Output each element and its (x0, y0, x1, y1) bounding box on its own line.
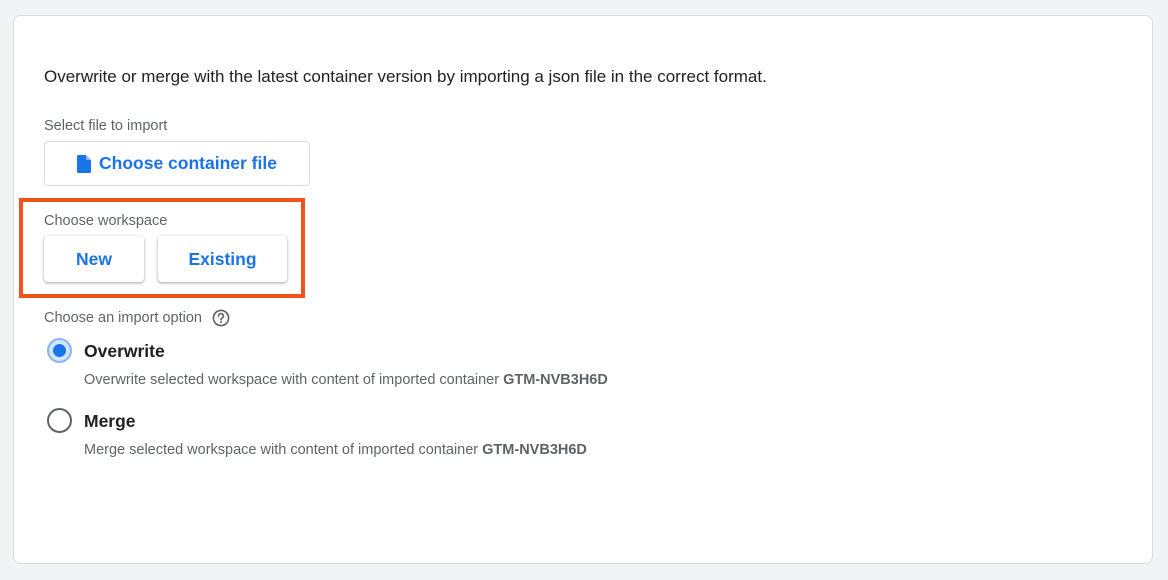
file-icon (77, 154, 92, 173)
file-select-label: Select file to import (44, 118, 168, 134)
merge-option-description: Merge selected workspace with content of… (84, 442, 587, 458)
workspace-label: Choose workspace (44, 213, 168, 229)
workspace-new-label: New (76, 248, 112, 269)
workspace-new-button[interactable]: New (44, 236, 144, 282)
import-option-label-row: Choose an import option (44, 309, 230, 327)
choose-container-file-label: Choose container file (99, 153, 277, 173)
overwrite-radio[interactable] (47, 338, 72, 363)
merge-description-text: Merge selected workspace with content of… (84, 442, 479, 458)
workspace-existing-label: Existing (188, 248, 257, 269)
overwrite-container-id: GTM-NVB3H6D (503, 372, 608, 388)
intro-text: Overwrite or merge with the latest conta… (44, 67, 767, 86)
merge-option-title[interactable]: Merge (84, 411, 136, 432)
overwrite-option-title[interactable]: Overwrite (84, 341, 165, 362)
import-container-card: Overwrite or merge with the latest conta… (13, 15, 1153, 564)
help-circle-icon[interactable] (212, 309, 230, 327)
overwrite-option-description: Overwrite selected workspace with conten… (84, 372, 608, 388)
choose-container-file-button[interactable]: Choose container file (44, 141, 310, 186)
merge-container-id: GTM-NVB3H6D (482, 442, 587, 458)
merge-radio[interactable] (47, 408, 72, 433)
import-option-label: Choose an import option (44, 310, 202, 326)
overwrite-description-text: Overwrite selected workspace with conten… (84, 372, 500, 388)
workspace-existing-button[interactable]: Existing (158, 236, 287, 282)
